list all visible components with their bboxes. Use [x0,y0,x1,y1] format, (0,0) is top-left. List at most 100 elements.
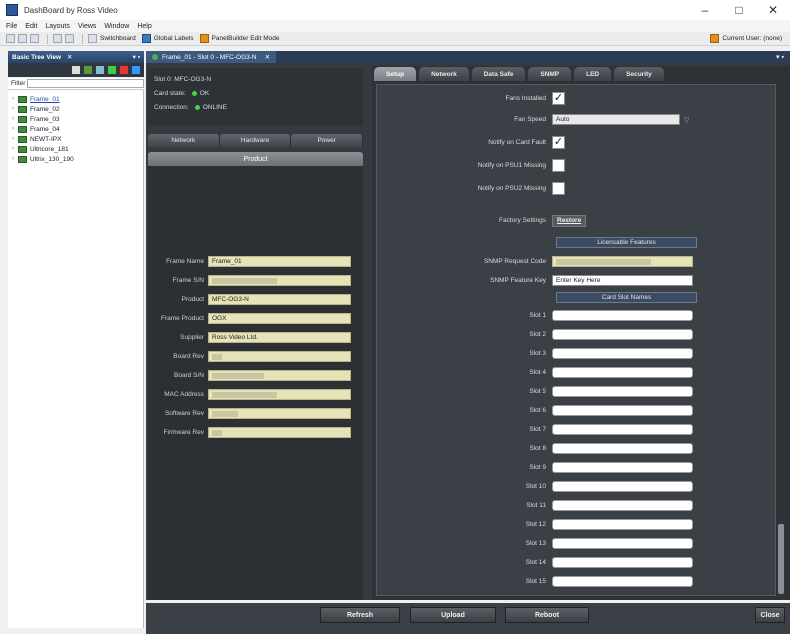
fans-installed-checkbox[interactable]: ✓ [552,92,565,105]
slot-row: Slot 10 [376,479,776,494]
pin-icon[interactable]: ▾ ▪ [776,53,784,61]
setup-scrollbar[interactable] [777,84,785,596]
switchboard-button[interactable]: Switchboard [100,35,136,42]
menu-window[interactable]: Window [104,23,129,30]
slot-12-input[interactable] [552,519,693,530]
tab-security[interactable]: Security [614,67,664,81]
switchboard-icon[interactable] [88,34,97,43]
slot-3-input[interactable] [552,348,693,359]
frame-icon [18,95,27,103]
notify-card-fault-checkbox[interactable]: ✓ [552,136,565,149]
tree-node-label: Frame_02 [30,105,60,113]
slot-5-input[interactable] [552,386,693,397]
menu-file[interactable]: File [6,23,17,30]
upload-button[interactable]: Upload [410,607,496,623]
slot-7-input[interactable] [552,424,693,435]
slot-label: Slot 8 [529,445,546,452]
slot-14-input[interactable] [552,557,693,568]
frame-sn-row: Frame S/N [148,274,363,287]
global-labels-icon[interactable] [141,34,151,43]
slot-9-input[interactable] [552,462,693,473]
notify-psu1-checkbox[interactable] [552,159,565,172]
chevron-down-icon[interactable]: ▽ [684,116,689,124]
notify-card-fault-label: Notify on Card Fault [488,139,546,146]
refresh-button[interactable]: Refresh [320,607,400,623]
reboot-button[interactable]: Reboot [505,607,589,623]
software-rev-row: Software Rev [148,407,363,420]
notify-psu1-label: Notify on PSU1 Missing [477,162,546,169]
main-tab-bar: Frame_01 - Slot 0 - MFC-OG3-N ✕ ▾ ▪ [146,51,790,63]
frame-name-field[interactable]: Frame_01 [208,256,351,267]
tree-node-newt-ipx[interactable]: › NEWT-IPX [8,134,143,144]
close-window-button[interactable]: ✕ [756,0,790,20]
print-icon[interactable] [53,34,62,43]
tab-setup[interactable]: Setup [374,67,417,81]
slot-label: Slot 13 [525,540,546,547]
tree-view-header: Basic Tree View ✕ ▾ ▪ [8,51,144,63]
maximize-button[interactable]: □ [722,0,756,20]
slot-6-input[interactable] [552,405,693,416]
restore-button[interactable]: Restore [552,214,587,227]
tab-frame-01-slot-0[interactable]: Frame_01 - Slot 0 - MFC-OG3-N ✕ [146,51,277,63]
tab-network[interactable]: Network [419,67,469,81]
tree-node-label: Frame_04 [30,125,60,133]
software-rev-label: Software Rev [164,410,204,417]
panelbuilder-icon[interactable] [199,34,209,43]
remove-icon[interactable] [120,66,128,74]
save-icon[interactable] [72,66,80,74]
home-icon[interactable] [30,34,39,43]
tab-hardware[interactable]: Hardware [219,134,292,147]
board-rev-field [208,351,351,362]
tree-node-frame-02[interactable]: › Frame_02 [8,104,143,114]
board-sn-row: Board S/N [148,369,363,382]
tree-node-frame-03[interactable]: › Frame_03 [8,114,143,124]
tab-label: Frame_01 - Slot 0 - MFC-OG3-N [162,53,257,61]
slot-11-input[interactable] [552,500,693,511]
tab-power[interactable]: Power [291,134,364,147]
slot-10-input[interactable] [552,481,693,492]
tab-data-safe[interactable]: Data Safe [471,67,526,81]
fan-speed-label: Fan Speed [514,116,546,123]
tab-network-left[interactable]: Network [148,134,220,147]
fan-speed-select[interactable]: Auto [552,114,680,125]
tab-close-button[interactable]: ✕ [265,53,270,61]
tab-led[interactable]: LED [574,67,612,81]
add-icon[interactable] [108,66,116,74]
scrollbar-thumb[interactable] [778,524,784,594]
settings-icon[interactable] [65,34,74,43]
tree-view-close-button[interactable]: ✕ [67,53,72,61]
forward-icon[interactable] [18,34,27,43]
close-button[interactable]: Close [755,607,785,623]
menu-edit[interactable]: Edit [25,23,37,30]
tree-node-ultrix[interactable]: › Ultrix_130_190 [8,154,143,164]
sync-icon[interactable] [96,66,104,74]
slot-15-input[interactable] [552,576,693,587]
pin-icon[interactable]: ▾ ▪ [133,53,140,61]
slot-1-input[interactable] [552,310,693,321]
tree-node-frame-04[interactable]: › Frame_04 [8,124,143,134]
snmp-request-code-field [552,256,693,267]
menu-layouts[interactable]: Layouts [45,23,70,30]
network-icon[interactable] [132,66,140,74]
minimize-button[interactable]: – [688,0,722,20]
filter-input[interactable] [27,79,144,88]
tab-product[interactable]: Product [148,152,363,166]
slot-13-input[interactable] [552,538,693,549]
notify-card-fault-row: Notify on Card Fault ✓ [376,135,776,150]
board-sn-label: Board S/N [174,372,204,379]
tree-node-frame-01[interactable]: › Frame_01 [8,94,143,104]
global-labels-button[interactable]: Global Labels [154,35,194,42]
tree-node-ultricore[interactable]: › Ultricore_181 [8,144,143,154]
tab-snmp[interactable]: SNMP [528,67,572,81]
menu-help[interactable]: Help [137,23,151,30]
slot-2-input[interactable] [552,329,693,340]
menu-views[interactable]: Views [78,23,97,30]
slot-4-input[interactable] [552,367,693,378]
panelbuilder-edit-mode-button[interactable]: PanelBuilder Edit Mode [212,35,280,42]
notify-psu2-checkbox[interactable] [552,182,565,195]
slot-8-input[interactable] [552,443,693,454]
refresh-tree-icon[interactable] [84,66,92,74]
back-icon[interactable] [6,34,15,43]
snmp-feature-key-input[interactable]: Enter Key Here [552,275,693,286]
slot-label: Slot 7 [529,426,546,433]
